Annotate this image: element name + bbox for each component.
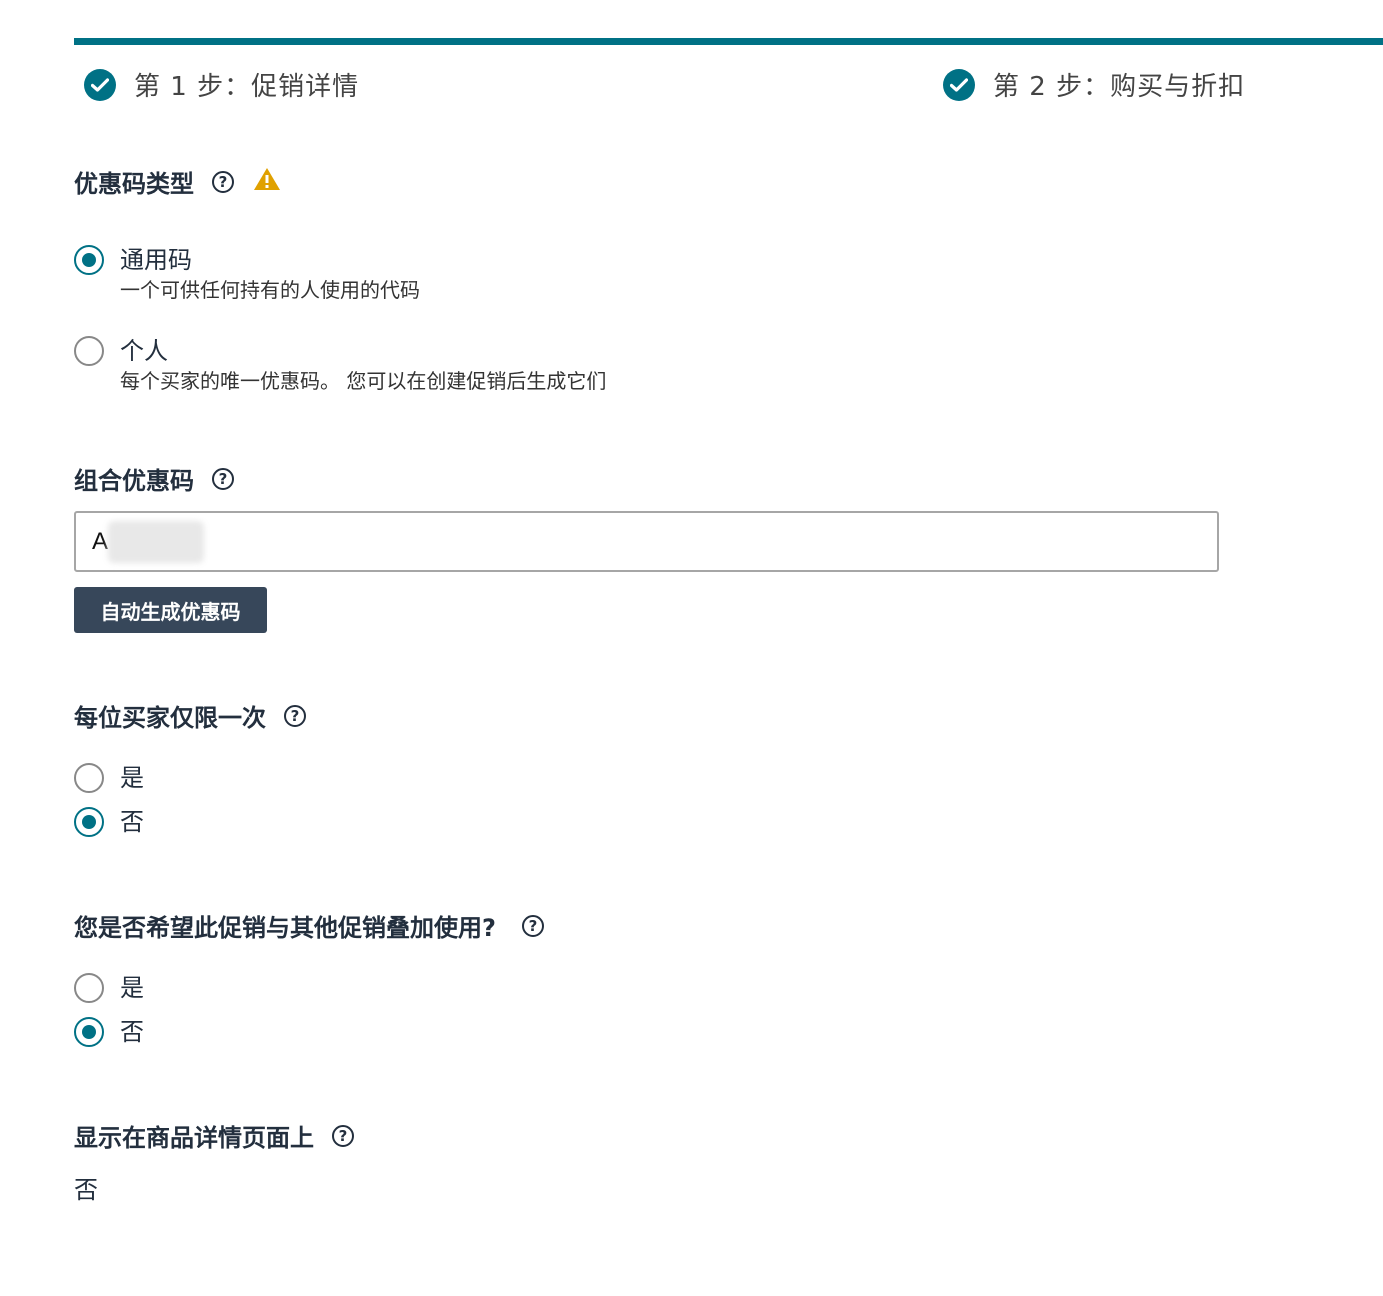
radio-description: 一个可供任何持有的人使用的代码 [120, 278, 420, 302]
once-per-buyer-yes[interactable]: 是 [74, 763, 144, 793]
combo-code-label: 组合优惠码 [74, 467, 194, 495]
radio-label: 否 [120, 1018, 144, 1046]
show-on-detail-value: 否 [74, 1176, 98, 1204]
show-on-detail-label: 显示在商品详情页面上 [74, 1124, 314, 1152]
stackable-yes[interactable]: 是 [74, 973, 144, 1003]
help-icon[interactable]: ? [284, 704, 306, 727]
coupon-type-label: 优惠码类型 [74, 170, 194, 198]
coupon-type-personal[interactable]: 个人 每个买家的唯一优惠码。 您可以在创建促销后生成它们 [74, 336, 606, 394]
generate-code-button[interactable]: 自动生成优惠码 [74, 587, 267, 633]
check-circle-icon [84, 68, 116, 101]
redaction-blur [108, 521, 204, 563]
show-on-detail-title: 显示在商品详情页面上 ? [74, 1118, 354, 1153]
help-icon[interactable]: ? [332, 1124, 354, 1147]
radio-button[interactable] [74, 336, 104, 366]
radio-button[interactable] [74, 245, 104, 275]
radio-button[interactable] [74, 763, 104, 793]
radio-label: 个人 [120, 337, 168, 365]
help-icon[interactable]: ? [212, 170, 234, 193]
radio-description: 每个买家的唯一优惠码。 您可以在创建促销后生成它们 [120, 369, 607, 393]
radio-label: 通用码 [120, 246, 192, 274]
help-icon[interactable]: ? [212, 467, 234, 490]
stackable-label: 您是否希望此促销与其他促销叠加使用? [74, 914, 496, 942]
coupon-type-universal[interactable]: 通用码 一个可供任何持有的人使用的代码 [74, 245, 420, 303]
once-per-buyer-label: 每位买家仅限一次 [74, 704, 266, 732]
stackable-no[interactable]: 否 [74, 1017, 144, 1047]
step-2-label: 第 2 步：购买与折扣 [993, 72, 1246, 102]
radio-label: 是 [120, 974, 144, 1002]
radio-button[interactable] [74, 1017, 104, 1047]
step-2: 第 2 步：购买与折扣 [943, 66, 1245, 103]
step-1-label: 第 1 步：促销详情 [134, 72, 360, 102]
once-per-buyer-no[interactable]: 否 [74, 807, 144, 837]
coupon-type-title: 优惠码类型 ? [74, 164, 282, 199]
step-1: 第 1 步：促销详情 [84, 66, 359, 103]
radio-label: 是 [120, 764, 144, 792]
radio-button[interactable] [74, 807, 104, 837]
radio-button[interactable] [74, 973, 104, 1003]
warning-icon[interactable] [252, 166, 282, 198]
check-circle-icon [943, 68, 975, 101]
radio-label: 否 [120, 808, 144, 836]
once-per-buyer-title: 每位买家仅限一次 ? [74, 698, 306, 733]
help-icon[interactable]: ? [521, 914, 544, 937]
stackable-title: 您是否希望此促销与其他促销叠加使用? ? [74, 908, 544, 943]
combo-code-input[interactable]: A O [74, 511, 1219, 572]
progress-bar [74, 38, 1383, 45]
combo-code-title: 组合优惠码 ? [74, 461, 234, 496]
